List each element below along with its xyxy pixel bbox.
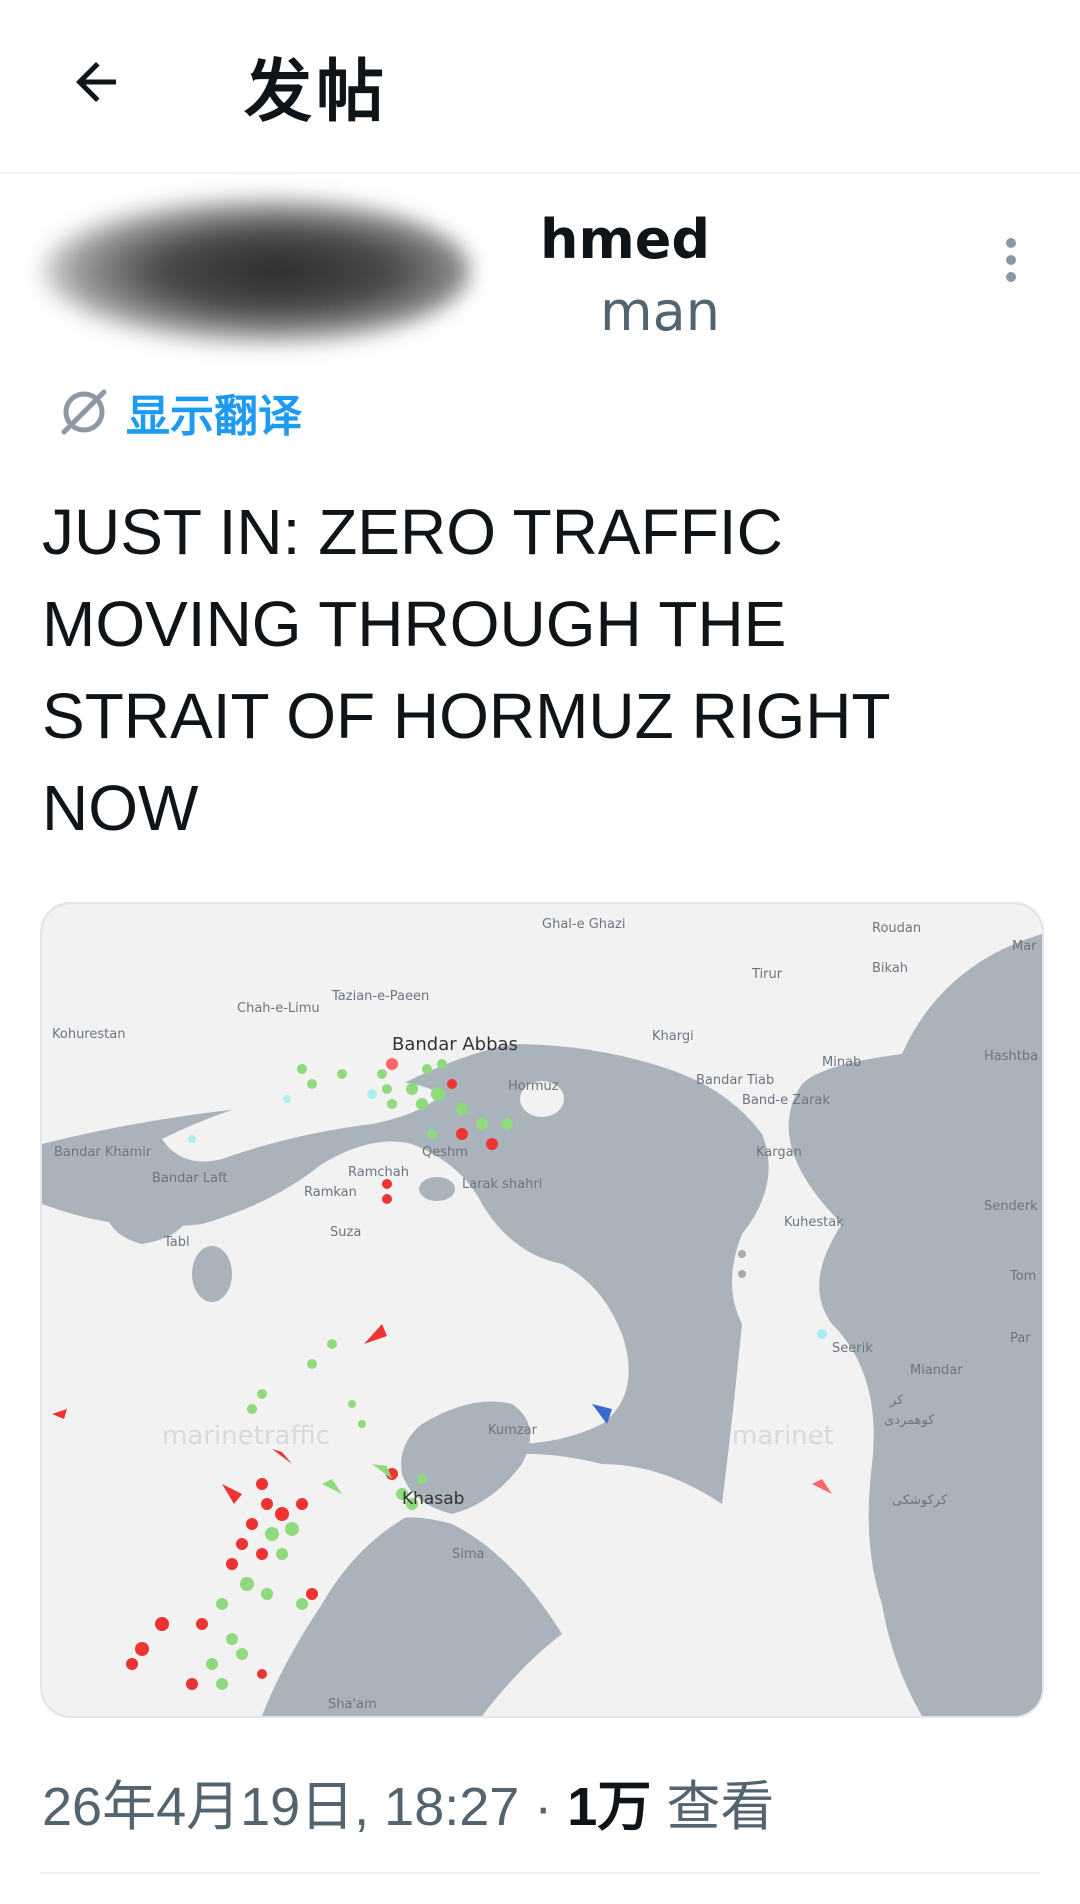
dot-icon: [1006, 255, 1016, 265]
map-label: Sima: [452, 1547, 485, 1562]
map-label: Tabl: [163, 1235, 190, 1250]
map-label: Sha'am: [328, 1697, 377, 1712]
more-options-button[interactable]: [996, 238, 1026, 298]
arrow-left-icon: [76, 62, 116, 102]
top-bar: 发帖: [0, 0, 1080, 174]
map-label: Kuhestak: [784, 1215, 844, 1230]
author-handle[interactable]: man: [600, 280, 720, 343]
back-button[interactable]: [60, 46, 132, 118]
map-label: Ramkan: [304, 1185, 357, 1200]
view-label: 查看: [651, 1777, 775, 1837]
marinetraffic-watermark: marinet: [732, 1421, 834, 1451]
show-translation-label: 显示翻译: [126, 391, 302, 442]
map-label: Tirur: [751, 967, 783, 982]
map-label: Larak shahri: [462, 1177, 542, 1192]
strait-of-hormuz-map: Ghal-e Ghazi Roudan Mar Tirur Bikah Tazi…: [42, 904, 1042, 1716]
map-label: Ramchah: [348, 1165, 409, 1180]
map-label: Kumzar: [488, 1423, 538, 1438]
post-timestamp: 26年4月19日, 18:27 ·: [42, 1777, 568, 1837]
map-label: Chah-e-Limu: [237, 1001, 320, 1016]
marinetraffic-watermark: marinetraffic: [162, 1421, 330, 1451]
map-label: Ghal-e Ghazi: [542, 917, 625, 932]
map-label: Qeshm: [422, 1145, 468, 1160]
map-label: Bandar Tiab: [696, 1073, 774, 1088]
map-label: Bandar Laft: [152, 1171, 227, 1186]
redacted-avatar: [40, 196, 470, 346]
map-label: Kohurestan: [52, 1027, 125, 1042]
author-name[interactable]: hmed: [540, 208, 710, 271]
map-label: Bandar Abbas: [392, 1034, 518, 1055]
map-label: Tazian-e-Paeen: [331, 989, 429, 1004]
dot-icon: [1006, 272, 1016, 282]
map-label: Hashtba: [984, 1049, 1038, 1064]
page-title: 发帖: [244, 53, 389, 132]
globe-translate-icon: [61, 389, 107, 435]
map-label: کوهمردی: [884, 1413, 935, 1428]
map-label: Bandar Khamir: [54, 1145, 152, 1160]
map-label: Tom: [1009, 1269, 1036, 1284]
map-label: Roudan: [872, 921, 921, 936]
map-label: Khasab: [402, 1489, 464, 1509]
post-image-map[interactable]: Ghal-e Ghazi Roudan Mar Tirur Bikah Tazi…: [40, 902, 1044, 1718]
map-label: Band-e Zarak: [742, 1093, 830, 1108]
show-translation-button[interactable]: 显示翻译: [56, 380, 302, 444]
post-text: JUST IN: ZERO TRAFFIC MOVING THROUGH THE…: [42, 496, 890, 844]
author-block[interactable]: hmed man: [40, 176, 800, 366]
map-label: Mar: [1012, 939, 1037, 954]
map-label: Bikah: [872, 961, 908, 976]
map-label: Minab: [822, 1055, 861, 1070]
view-count: 1万: [567, 1777, 652, 1837]
map-label: Kargan: [756, 1145, 802, 1160]
map-label: Khargi: [652, 1029, 694, 1044]
map-label: Seerik: [832, 1341, 873, 1356]
post-meta: 26年4月19日, 18:27 · 1万 查看: [42, 1762, 774, 1841]
map-label: Hormuz: [508, 1079, 559, 1094]
map-label: Senderk: [984, 1199, 1038, 1214]
map-label: Par: [1010, 1331, 1031, 1346]
dot-icon: [1006, 238, 1016, 248]
map-label: کرکوشکی: [892, 1493, 948, 1508]
map-label: Suza: [330, 1225, 361, 1240]
divider: [40, 1872, 1040, 1874]
map-label: Miandar: [910, 1363, 963, 1378]
map-label: کر: [889, 1393, 904, 1408]
